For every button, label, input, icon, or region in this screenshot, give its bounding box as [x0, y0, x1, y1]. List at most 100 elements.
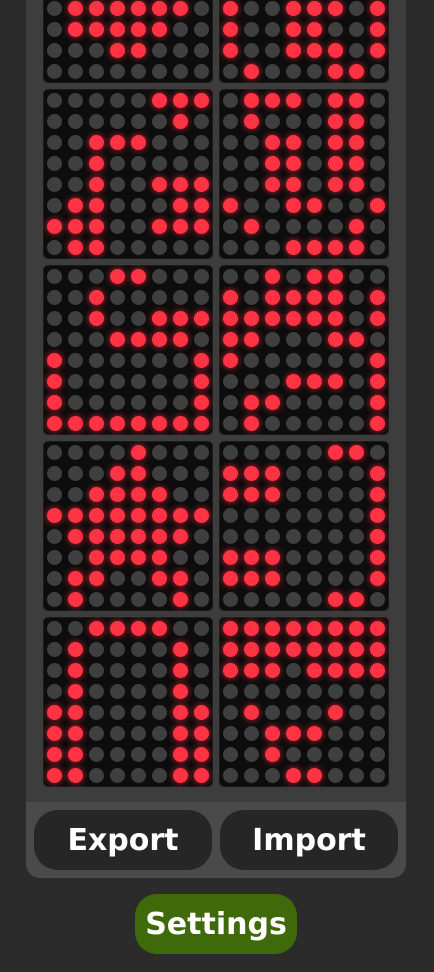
- led-off[interactable]: [265, 198, 280, 213]
- led-off[interactable]: [286, 395, 301, 410]
- led-off[interactable]: [110, 374, 125, 389]
- led-off[interactable]: [244, 353, 259, 368]
- led-on[interactable]: [152, 529, 167, 544]
- led-on[interactable]: [223, 290, 238, 305]
- led-off[interactable]: [223, 747, 238, 762]
- led-off[interactable]: [68, 114, 83, 129]
- led-on[interactable]: [286, 1, 301, 16]
- led-off[interactable]: [328, 466, 343, 481]
- led-on[interactable]: [47, 726, 62, 741]
- led-on[interactable]: [89, 1, 104, 16]
- led-off[interactable]: [244, 684, 259, 699]
- led-on[interactable]: [68, 198, 83, 213]
- led-off[interactable]: [194, 487, 209, 502]
- led-off[interactable]: [265, 592, 280, 607]
- led-off[interactable]: [47, 684, 62, 699]
- led-off[interactable]: [89, 332, 104, 347]
- led-off[interactable]: [370, 445, 385, 460]
- led-on[interactable]: [223, 621, 238, 636]
- led-on[interactable]: [110, 416, 125, 431]
- led-off[interactable]: [265, 684, 280, 699]
- led-off[interactable]: [89, 705, 104, 720]
- led-off[interactable]: [152, 747, 167, 762]
- led-off[interactable]: [110, 592, 125, 607]
- led-off[interactable]: [68, 93, 83, 108]
- led-on[interactable]: [244, 311, 259, 326]
- led-on[interactable]: [89, 177, 104, 192]
- led-off[interactable]: [89, 592, 104, 607]
- led-off[interactable]: [152, 353, 167, 368]
- led-off[interactable]: [89, 663, 104, 678]
- led-on[interactable]: [265, 93, 280, 108]
- led-on[interactable]: [328, 135, 343, 150]
- led-off[interactable]: [286, 663, 301, 678]
- led-on[interactable]: [223, 571, 238, 586]
- led-on[interactable]: [265, 487, 280, 502]
- led-off[interactable]: [68, 445, 83, 460]
- led-off[interactable]: [110, 290, 125, 305]
- led-off[interactable]: [152, 290, 167, 305]
- led-on[interactable]: [307, 269, 322, 284]
- led-on[interactable]: [349, 663, 364, 678]
- led-off[interactable]: [89, 353, 104, 368]
- led-off[interactable]: [152, 395, 167, 410]
- led-off[interactable]: [152, 705, 167, 720]
- led-on[interactable]: [110, 621, 125, 636]
- led-on[interactable]: [328, 705, 343, 720]
- led-on[interactable]: [328, 1, 343, 16]
- led-off[interactable]: [286, 353, 301, 368]
- led-off[interactable]: [47, 1, 62, 16]
- led-on[interactable]: [110, 550, 125, 565]
- led-on[interactable]: [328, 43, 343, 58]
- led-on[interactable]: [194, 395, 209, 410]
- led-on[interactable]: [173, 571, 188, 586]
- led-off[interactable]: [152, 114, 167, 129]
- led-on[interactable]: [173, 529, 188, 544]
- led-on[interactable]: [194, 353, 209, 368]
- led-on[interactable]: [47, 705, 62, 720]
- led-on[interactable]: [110, 529, 125, 544]
- led-on[interactable]: [307, 198, 322, 213]
- led-on[interactable]: [194, 93, 209, 108]
- led-on[interactable]: [68, 219, 83, 234]
- led-on[interactable]: [173, 93, 188, 108]
- led-off[interactable]: [286, 550, 301, 565]
- led-off[interactable]: [349, 747, 364, 762]
- led-off[interactable]: [47, 592, 62, 607]
- led-on[interactable]: [110, 508, 125, 523]
- led-on[interactable]: [47, 768, 62, 783]
- led-on[interactable]: [152, 571, 167, 586]
- led-off[interactable]: [244, 240, 259, 255]
- led-off[interactable]: [173, 621, 188, 636]
- led-off[interactable]: [173, 269, 188, 284]
- led-on[interactable]: [131, 135, 146, 150]
- led-off[interactable]: [328, 550, 343, 565]
- led-on[interactable]: [194, 768, 209, 783]
- led-off[interactable]: [131, 290, 146, 305]
- led-on[interactable]: [194, 374, 209, 389]
- led-off[interactable]: [370, 269, 385, 284]
- led-on[interactable]: [194, 219, 209, 234]
- led-on[interactable]: [328, 177, 343, 192]
- led-on[interactable]: [131, 332, 146, 347]
- led-on[interactable]: [349, 332, 364, 347]
- led-on[interactable]: [47, 353, 62, 368]
- led-on[interactable]: [349, 114, 364, 129]
- led-on[interactable]: [349, 64, 364, 79]
- led-off[interactable]: [194, 1, 209, 16]
- led-on[interactable]: [307, 240, 322, 255]
- led-off[interactable]: [194, 114, 209, 129]
- led-on[interactable]: [265, 156, 280, 171]
- led-on[interactable]: [194, 198, 209, 213]
- led-off[interactable]: [131, 726, 146, 741]
- led-on[interactable]: [89, 571, 104, 586]
- led-on[interactable]: [110, 43, 125, 58]
- led-on[interactable]: [328, 332, 343, 347]
- led-off[interactable]: [286, 571, 301, 586]
- led-on[interactable]: [223, 311, 238, 326]
- led-off[interactable]: [286, 747, 301, 762]
- led-off[interactable]: [194, 529, 209, 544]
- led-matrix[interactable]: [44, 442, 212, 610]
- led-off[interactable]: [370, 592, 385, 607]
- led-on[interactable]: [223, 550, 238, 565]
